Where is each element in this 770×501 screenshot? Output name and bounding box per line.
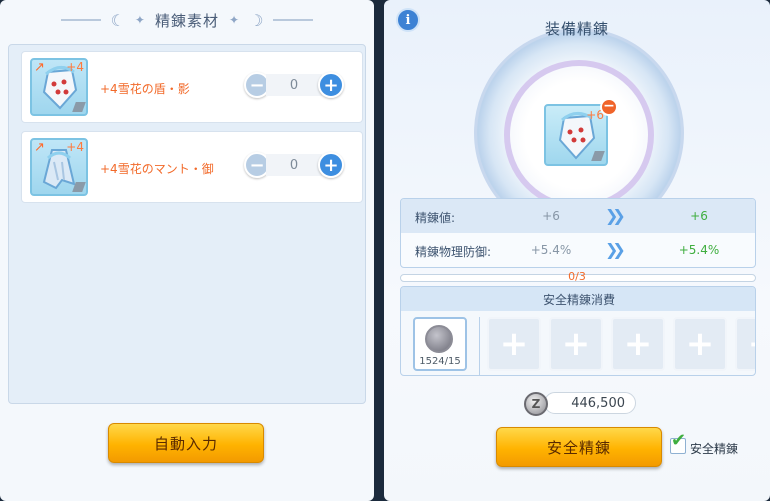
crescent-icon: ☽ — [249, 10, 264, 30]
upgrade-arrow-icon: ↗ — [34, 140, 45, 155]
stat-current: +6 — [542, 209, 560, 223]
zeny-coin-icon: Z — [524, 392, 548, 416]
stat-label: 精錬値: — [415, 211, 456, 225]
sparkle-icon: ✦ — [134, 13, 145, 27]
cost-item-count: 1524/15 — [419, 356, 461, 367]
remove-equipment-icon[interactable]: − — [600, 98, 618, 116]
divider — [60, 19, 101, 21]
cost-item-slot[interactable]: 1524/15 — [413, 317, 467, 371]
add-slot-button[interactable]: + — [735, 317, 755, 371]
upgrade-arrow-icon: ↗ — [34, 60, 45, 75]
safe-refine-button[interactable]: 安全精錬 — [496, 427, 662, 467]
coin-icon — [425, 325, 453, 353]
divider — [273, 19, 314, 21]
add-slot-button[interactable]: + — [673, 317, 727, 371]
material-row: ↗ +4 +4雪花のマント・御 − 0 + — [21, 131, 363, 203]
shield-item-icon[interactable]: ↗ +4 — [30, 58, 88, 116]
safe-refine-checkbox-label: 安全精錬 — [690, 442, 739, 456]
add-slot-button[interactable]: + — [611, 317, 665, 371]
stat-next: +5.4% — [678, 243, 720, 257]
add-slot-button[interactable]: + — [487, 317, 541, 371]
materials-header: ☾ ✦ 精錬素材 ✦ ☽ — [0, 0, 374, 40]
material-row: ↗ +4 +4雪花の盾・影 − 0 + — [21, 51, 363, 123]
refine-panel: i 装備精錬 +6 − 精錬値: +6 ❯❯ +6 精錬物理防御: +5.4% … — [384, 0, 770, 501]
refine-title: 装備精錬 — [544, 20, 609, 38]
quantity-value[interactable]: 0 — [266, 74, 322, 96]
checkmark-icon: ✔ — [671, 430, 687, 451]
quantity-value[interactable]: 0 — [266, 154, 322, 176]
materials-list: ↗ +4 +4雪花の盾・影 − 0 + ↗ +4 +4雪花のマント・御 − 0 … — [8, 44, 366, 404]
quantity-stepper: − 0 + — [244, 152, 344, 178]
stat-row: 精錬物理防御: +5.4% ❯❯ +5.4% — [401, 233, 755, 267]
material-name: +4雪花の盾・影 — [100, 82, 190, 96]
equipment-slot[interactable]: +6 — [544, 104, 608, 166]
stat-current: +5.4% — [530, 243, 572, 257]
crescent-icon: ☾ — [110, 10, 125, 30]
double-chevron-icon: ❯❯ — [605, 240, 626, 259]
zeny-amount: 446,500 — [544, 392, 636, 414]
safe-cost-title: 安全精錬消費 — [401, 287, 755, 311]
double-chevron-icon: ❯❯ — [605, 206, 626, 225]
refine-window: ☾ ✦ 精錬素材 ✦ ☽ ↗ +4 +4雪花の盾・影 − 0 + ↗ +4 +4… — [0, 0, 770, 501]
item-level: +4 — [66, 60, 84, 74]
auto-input-button[interactable]: 自動入力 — [108, 423, 264, 463]
stat-next: +6 — [690, 209, 708, 223]
safe-refine-cost: 安全精錬消費 1524/15 + + + + + — [400, 286, 756, 376]
stat-row: 精錬値: +6 ❯❯ +6 — [401, 199, 755, 233]
increase-button[interactable]: + — [318, 152, 344, 178]
increase-button[interactable]: + — [318, 72, 344, 98]
cape-item-icon[interactable]: ↗ +4 — [30, 138, 88, 196]
progress-text: 0/3 — [568, 270, 586, 283]
material-name: +4雪花のマント・御 — [100, 162, 214, 176]
stat-label: 精錬物理防御: — [415, 245, 492, 259]
materials-panel: ☾ ✦ 精錬素材 ✦ ☽ ↗ +4 +4雪花の盾・影 − 0 + ↗ +4 +4… — [0, 0, 374, 501]
sparkle-icon: ✦ — [229, 13, 240, 27]
item-level: +4 — [66, 140, 84, 154]
add-slot-button[interactable]: + — [549, 317, 603, 371]
materials-title: 精錬素材 — [154, 11, 219, 30]
refine-stats: 精錬値: +6 ❯❯ +6 精錬物理防御: +5.4% ❯❯ +5.4% — [400, 198, 756, 268]
quantity-stepper: − 0 + — [244, 72, 344, 98]
divider — [479, 317, 480, 375]
